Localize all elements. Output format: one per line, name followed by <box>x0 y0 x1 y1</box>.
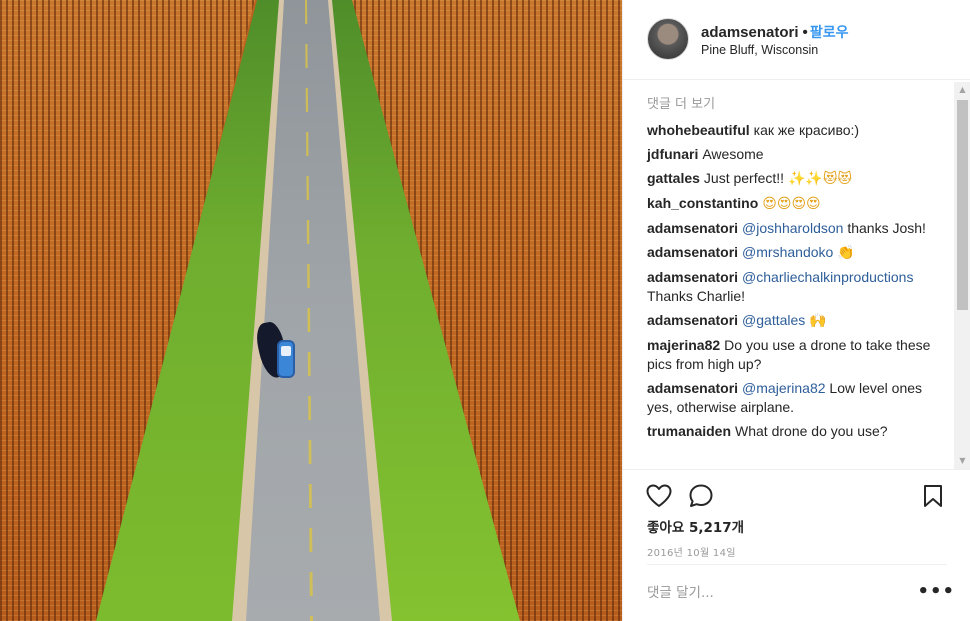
comment-text: Thanks Charlie! <box>647 288 746 304</box>
likes-count[interactable]: 좋아요 5,217개 <box>647 516 744 536</box>
comments-scrollbar[interactable]: ▲ ▼ <box>954 82 970 469</box>
scroll-up-arrow-icon[interactable]: ▲ <box>954 82 970 98</box>
comment-username[interactable]: kah_constantino <box>647 195 758 211</box>
post-photo[interactable] <box>0 0 622 621</box>
avatar[interactable] <box>647 18 689 60</box>
comment-text: как же красиво:) <box>753 122 860 138</box>
bookmark-icon <box>924 485 942 507</box>
comment-username[interactable]: adamsenatori <box>647 220 738 236</box>
comment-text: What drone do you use? <box>735 423 888 439</box>
comment-username[interactable]: trumanaiden <box>647 423 731 439</box>
comment-item: adamsenatori @majerina82 Low level ones y… <box>647 379 941 417</box>
scroll-down-arrow-icon[interactable]: ▼ <box>954 453 970 469</box>
follow-button[interactable]: 팔로우 <box>810 25 849 41</box>
more-options-button[interactable]: ••• <box>917 583 955 601</box>
separator-dot: • <box>802 24 808 41</box>
comment-item: adamsenatori @joshharoldson thanks Josh! <box>647 219 941 238</box>
comments-list[interactable]: 댓글 더 보기 whohebeautiful как же красиво:) j… <box>623 81 970 469</box>
add-comment-input[interactable] <box>647 581 907 605</box>
comment-item: gattales Just perfect!! ✨✨😻😻 <box>647 169 941 189</box>
comment-mention[interactable]: @charliechalkinproductions <box>742 269 913 285</box>
comment-username[interactable]: whohebeautiful <box>647 122 750 138</box>
comment-item: kah_constantino 😍😍😍😍 <box>647 194 941 214</box>
post-actions: 좋아요 5,217개 2016년 10월 14일 <box>623 469 970 564</box>
comment-username[interactable]: jdfunari <box>647 146 698 162</box>
comment-emoji: 👏 <box>837 245 855 261</box>
comment-mention[interactable]: @gattales <box>742 312 805 328</box>
comment-item: majerina82 Do you use a drone to take the… <box>647 336 941 374</box>
comment-username[interactable]: adamsenatori <box>647 312 738 328</box>
comment-username[interactable]: adamsenatori <box>647 269 738 285</box>
comment-item: adamsenatori @gattales 🙌 <box>647 311 941 331</box>
comment-username[interactable]: adamsenatori <box>647 380 738 396</box>
comment-mention[interactable]: @joshharoldson <box>742 220 843 236</box>
scrollbar-thumb[interactable] <box>957 100 968 310</box>
comment-text: Awesome <box>702 146 764 162</box>
comment-username[interactable]: majerina82 <box>647 337 720 353</box>
post-date[interactable]: 2016년 10월 14일 <box>647 544 736 559</box>
view-more-comments-link[interactable]: 댓글 더 보기 <box>647 93 941 112</box>
comment-emoji: 🙌 <box>809 313 827 329</box>
post-username[interactable]: adamsenatori <box>701 24 799 41</box>
comment-emoji: 😍😍😍😍 <box>762 196 821 212</box>
comment-item: jdfunari Awesome <box>647 145 941 164</box>
comment-item: whohebeautiful как же красиво:) <box>647 121 941 140</box>
speech-bubble-icon <box>689 484 713 507</box>
post-side-panel: adamsenatori • 팔로우 Pine Bluff, Wisconsin 댓… <box>622 0 970 621</box>
save-button[interactable] <box>919 482 947 510</box>
like-button[interactable] <box>645 482 673 510</box>
post-location[interactable]: Pine Bluff, Wisconsin <box>701 43 818 57</box>
comment-mention[interactable]: @mrshandoko <box>742 244 833 260</box>
comment-item: trumanaiden What drone do you use? <box>647 422 941 441</box>
comment-text: thanks Josh! <box>847 220 926 236</box>
add-comment-bar: ••• <box>647 564 954 621</box>
comment-button[interactable] <box>687 482 715 510</box>
username-line: adamsenatori • 팔로우 <box>701 22 848 42</box>
comment-mention[interactable]: @majerina82 <box>742 380 825 396</box>
comment-item: adamsenatori @mrshandoko 👏 <box>647 243 941 263</box>
heart-outline-icon <box>646 484 672 507</box>
comment-item: adamsenatori @charliechalkinproductions T… <box>647 268 941 306</box>
comment-username[interactable]: adamsenatori <box>647 244 738 260</box>
comment-emoji: ✨✨😻😻 <box>787 171 853 187</box>
comment-text: Just perfect!! <box>703 170 785 186</box>
post-header: adamsenatori • 팔로우 Pine Bluff, Wisconsin <box>623 0 970 80</box>
car <box>277 340 295 378</box>
comment-username[interactable]: gattales <box>647 170 700 186</box>
